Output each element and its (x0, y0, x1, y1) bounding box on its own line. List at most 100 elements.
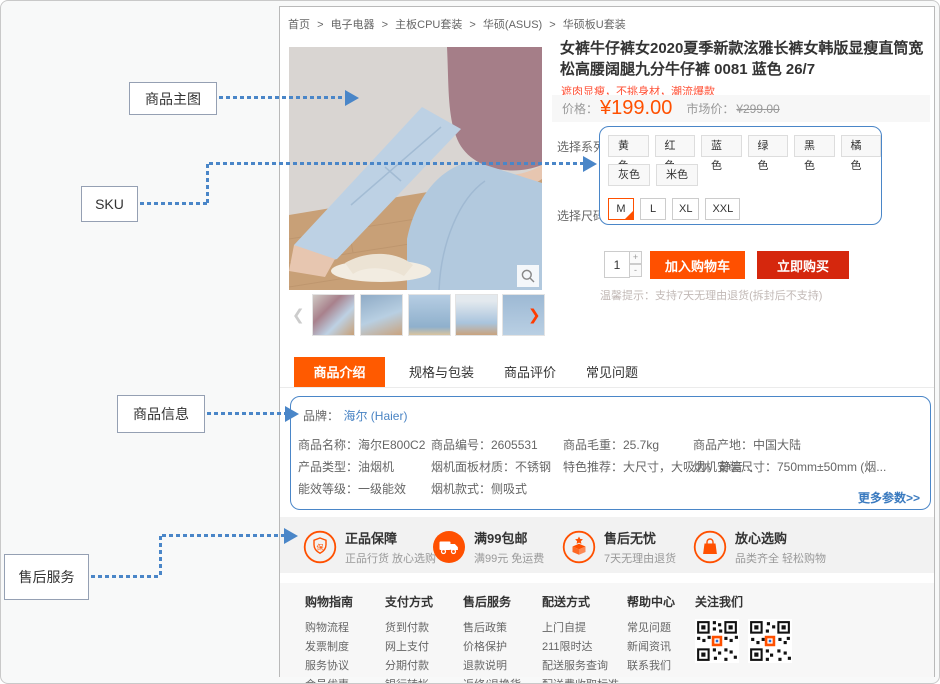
footer-link[interactable]: 售后政策 (463, 619, 521, 638)
spec-item: 商品产地：中国大陆 (693, 436, 801, 453)
footer-link[interactable]: 银行转帐 (385, 676, 433, 684)
footer-link[interactable]: 网上支付 (385, 638, 433, 657)
buy-now-button[interactable]: 立即购买 (757, 251, 849, 279)
product-page-card: 首页 > 电子电器 > 主板CPU套装 > 华硕(ASUS) > 华硕板U套装 (279, 6, 935, 677)
footer-link[interactable]: 上门自提 (542, 619, 619, 638)
spec-item: 商品编号：2605531 (431, 436, 538, 453)
series-option[interactable]: 蓝色 (701, 135, 742, 157)
tab-spec-package[interactable]: 规格与包装 (409, 357, 474, 388)
add-to-cart-button[interactable]: 加入购物车 (650, 251, 745, 279)
thumbnail[interactable] (408, 294, 451, 336)
spec-item: 烟机安装尺寸：750mm±50mm (烟... (693, 458, 886, 475)
breadcrumb-separator: > (549, 19, 555, 31)
footer-link[interactable]: 配送费收取标准 (542, 676, 619, 684)
series-option[interactable]: 米色 (656, 164, 698, 186)
spec-item: 烟机款式：侧吸式 (431, 480, 527, 497)
price-bar: 价格： ¥199.00 市场价： ¥299.00 (552, 95, 930, 122)
more-params-link[interactable]: 更多参数>> (858, 489, 920, 506)
annotation-arrow-line (219, 96, 345, 99)
thumbnail[interactable] (360, 294, 403, 336)
market-price-value: ¥299.00 (736, 102, 779, 116)
spec-item: 能效等级：一级能效 (298, 480, 406, 497)
breadcrumb-item[interactable]: 首页 (288, 19, 310, 31)
warm-notice: 温馨提示：支持7天无理由退货(拆封后不支持) (600, 287, 822, 303)
footer-link[interactable]: 常见问题 (627, 619, 675, 638)
service-title: 正品保障 (345, 528, 436, 547)
annotation-arrow-line (207, 412, 285, 415)
tab-reviews[interactable]: 商品评价 (504, 357, 556, 388)
spec-item: 商品名称：海尔E800C2 (298, 436, 425, 453)
gallery-prev-icon[interactable]: ❮ (292, 295, 305, 337)
footer-column: 帮助中心 常见问题 新闻资讯 联系我们 (627, 593, 675, 676)
footer-link[interactable]: 发票制度 (305, 638, 353, 657)
annotation-arrow-line (159, 536, 162, 578)
footer-link[interactable]: 会员优惠 (305, 676, 353, 684)
spec-item: 商品毛重：25.7kg (563, 436, 659, 453)
service-desc: 品类齐全 轻松购物 (735, 550, 826, 566)
footer-column: 购物指南 购物流程 发票制度 服务协议 会员优惠 (305, 593, 353, 684)
service-item: 放心选购 品类齐全 轻松购物 (693, 528, 826, 566)
service-title: 放心选购 (735, 528, 826, 547)
size-option[interactable]: XL (672, 198, 699, 220)
quantity-decrease-button[interactable]: - (629, 264, 642, 277)
footer-column-follow: 关注我们 (695, 593, 792, 663)
annotated-screenshot: 首页 > 电子电器 > 主板CPU套装 > 华硕(ASUS) > 华硕板U套装 (0, 0, 940, 684)
brand-label: 品牌： (303, 409, 339, 423)
annotation-label-product-info: 商品信息 (117, 395, 205, 433)
series-option[interactable]: 红色 (655, 135, 696, 157)
annotation-arrow-line (140, 202, 208, 205)
footer-link[interactable]: 服务协议 (305, 657, 353, 676)
tab-faq[interactable]: 常见问题 (586, 357, 638, 388)
footer-column-title: 售后服务 (463, 593, 521, 610)
annotation-arrowhead (285, 406, 299, 422)
footer-link[interactable]: 购物流程 (305, 619, 353, 638)
zoom-magnifier-icon[interactable] (517, 265, 539, 287)
footer-link[interactable]: 新闻资讯 (627, 638, 675, 657)
service-item: 保 正品保障 正品行货 放心选购 (303, 528, 436, 566)
breadcrumb-item[interactable]: 电子电器 (331, 19, 375, 31)
size-option[interactable]: L (640, 198, 666, 220)
thumbnail[interactable] (312, 294, 355, 336)
annotation-arrowhead (583, 156, 597, 172)
footer-link[interactable]: 价格保护 (463, 638, 521, 657)
footer-column: 支付方式 货到付款 网上支付 分期付款 银行转帐 (385, 593, 433, 684)
size-option[interactable]: XXL (705, 198, 740, 220)
breadcrumb-item[interactable]: 主板CPU套装 (395, 19, 462, 31)
footer-column-title: 购物指南 (305, 593, 353, 610)
qr-code (748, 619, 792, 663)
footer-link[interactable]: 返修/退换货 (463, 676, 521, 684)
series-option[interactable]: 黄色 (608, 135, 649, 157)
annotation-arrow-line (162, 534, 284, 537)
thumbnail[interactable] (455, 294, 498, 336)
price-label: 价格： (562, 100, 598, 117)
selected-check-icon: ✓ (627, 202, 633, 222)
series-option[interactable]: 绿色 (748, 135, 789, 157)
size-option-selected[interactable]: M ✓ (608, 198, 634, 220)
footer-link[interactable]: 联系我们 (627, 657, 675, 676)
footer-column: 配送方式 上门自提 211限时达 配送服务查询 配送费收取标准 海外配送 (542, 593, 619, 684)
breadcrumb-item[interactable]: 华硕(ASUS) (483, 19, 542, 31)
series-option[interactable]: 橘色 (841, 135, 882, 157)
spec-item: 烟机面板材质：不锈钢 (431, 458, 551, 475)
footer-link[interactable]: 分期付款 (385, 657, 433, 676)
series-option[interactable]: 灰色 (608, 164, 650, 186)
quantity-input[interactable] (604, 251, 630, 278)
footer-link[interactable]: 退款说明 (463, 657, 521, 676)
breadcrumb-item[interactable]: 华硕板U套装 (563, 19, 626, 31)
brand-link[interactable]: 海尔 (Haier) (343, 409, 407, 423)
annotation-label-sku: SKU (81, 186, 138, 222)
product-main-image[interactable] (289, 47, 542, 290)
detail-tabs: 商品介绍 规格与包装 商品评价 常见问题 (294, 357, 638, 388)
market-price-label: 市场价： (686, 100, 734, 117)
footer-link[interactable]: 211限时达 (542, 638, 619, 657)
series-option[interactable]: 黑色 (794, 135, 835, 157)
breadcrumb: 首页 > 电子电器 > 主板CPU套装 > 华硕(ASUS) > 华硕板U套装 (288, 16, 848, 32)
footer-link[interactable]: 配送服务查询 (542, 657, 619, 676)
quantity-increase-button[interactable]: + (629, 251, 642, 264)
service-title: 售后无忧 (604, 528, 676, 547)
tab-product-intro[interactable]: 商品介绍 (294, 357, 385, 388)
breadcrumb-separator: > (382, 19, 388, 31)
model-photo-illustration (289, 47, 542, 290)
footer-link[interactable]: 货到付款 (385, 619, 433, 638)
gallery-next-icon[interactable]: ❯ (528, 295, 541, 337)
